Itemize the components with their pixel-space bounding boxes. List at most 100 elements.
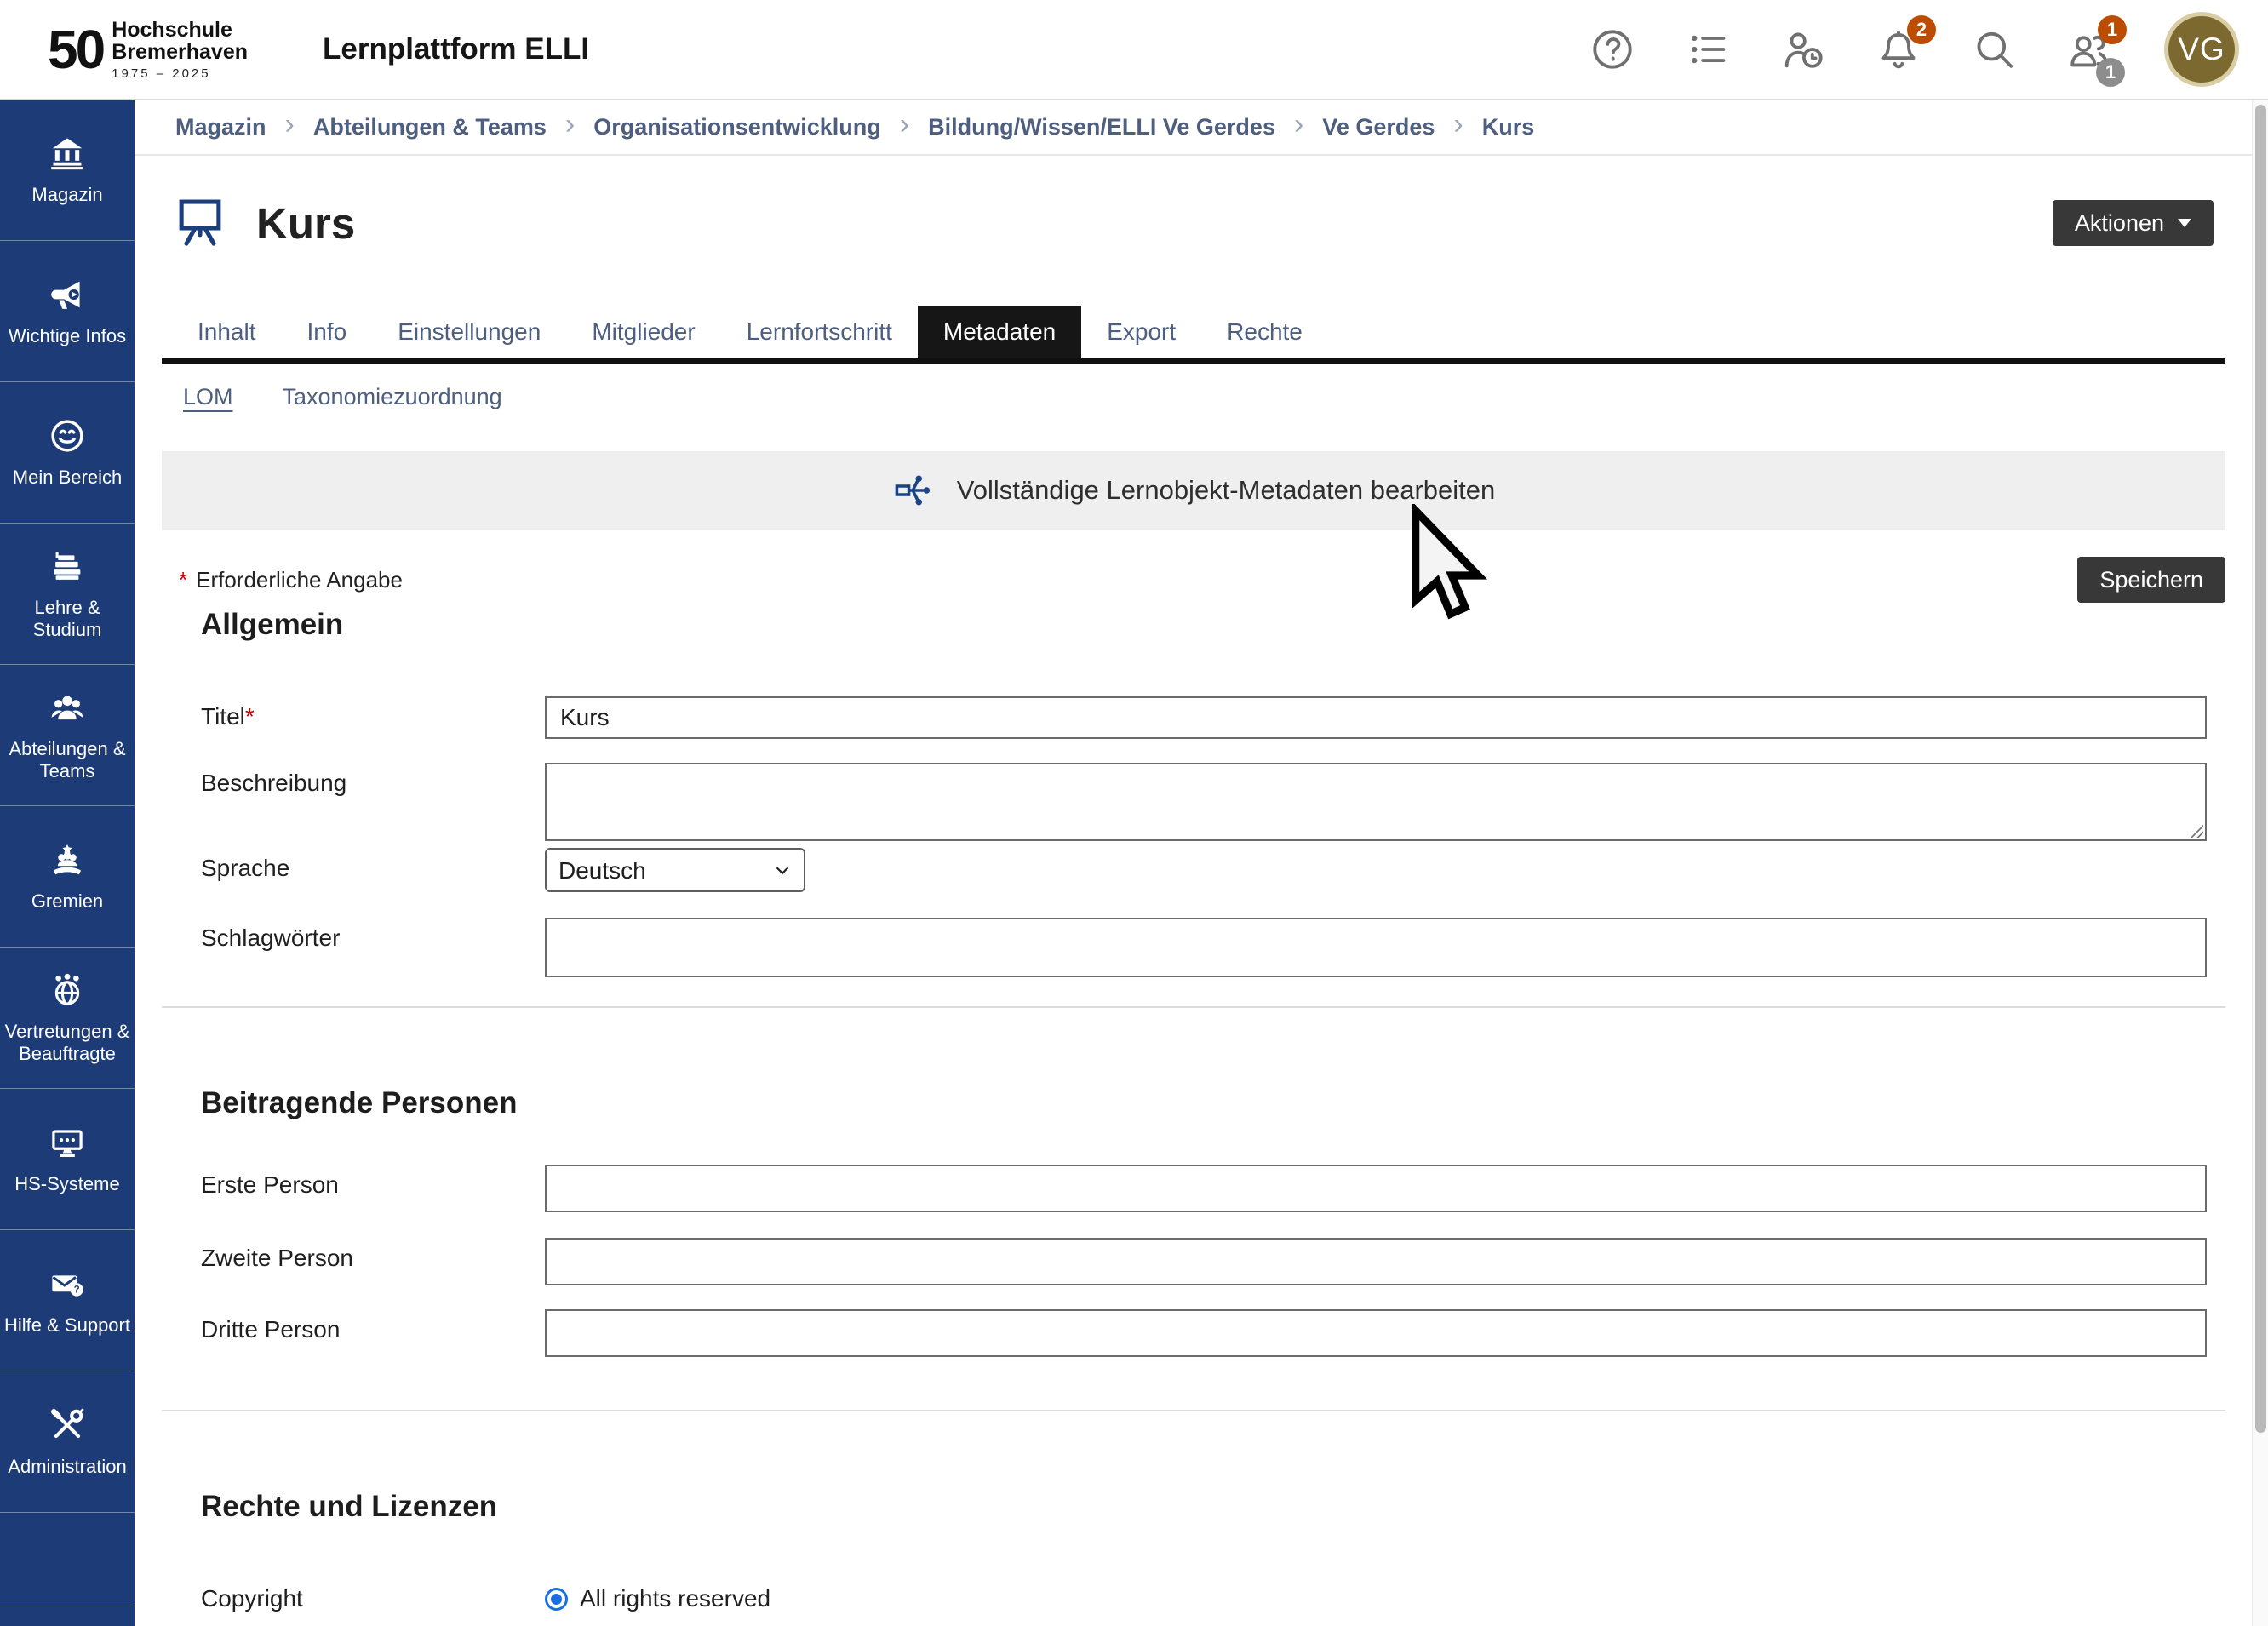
logo-line2: Bremerhaven xyxy=(112,41,248,63)
monitor-icon xyxy=(48,1123,87,1162)
tab-mitglieder[interactable]: Mitglieder xyxy=(566,306,720,358)
sidebar-item-lehre-studium[interactable]: Lehre & Studium xyxy=(0,524,135,665)
titel-label: Titel* xyxy=(201,696,545,730)
section-heading-beitragende: Beitragende Personen xyxy=(201,1086,2225,1120)
sidebar-item-administration[interactable]: Administration xyxy=(0,1371,135,1513)
breadcrumb-item[interactable]: Organisationsentwicklung xyxy=(593,114,881,140)
svg-text:?: ? xyxy=(74,1285,80,1296)
sidebar-filler xyxy=(0,1513,135,1606)
breadcrumb-item[interactable]: Abteilungen & Teams xyxy=(313,114,547,140)
logo-years: 1975 – 2025 xyxy=(112,66,248,81)
university-logo: 50 Hochschule Bremerhaven 1975 – 2025 xyxy=(48,19,248,81)
tab-rechte[interactable]: Rechte xyxy=(1201,306,1328,358)
breadcrumb-separator: › xyxy=(285,110,295,144)
megaphone-icon xyxy=(48,275,87,314)
breadcrumb-separator: › xyxy=(900,110,909,144)
tab-lernfortschritt[interactable]: Lernfortschritt xyxy=(721,306,918,358)
section-heading-allgemein: Allgemein xyxy=(201,608,2225,642)
tab-metadaten[interactable]: Metadaten xyxy=(918,306,1081,358)
scrollbar-thumb[interactable] xyxy=(2255,105,2266,1433)
bank-icon xyxy=(48,134,87,173)
subtab-taxonomiezuordnung[interactable]: Taxonomiezuordnung xyxy=(283,384,502,413)
contacts-button[interactable]: 1 1 xyxy=(2065,26,2113,73)
schlagwoerter-input[interactable] xyxy=(545,918,2207,977)
sidebar-item-label: Administration xyxy=(5,1456,129,1478)
actions-button[interactable]: Aktionen xyxy=(2053,200,2214,246)
zweite-person-label: Zweite Person xyxy=(201,1238,545,1272)
main-area: Magazin › Abteilungen & Teams › Organisa… xyxy=(135,100,2268,1626)
chevron-down-icon xyxy=(2178,219,2191,227)
tab-einstellungen[interactable]: Einstellungen xyxy=(372,306,566,358)
beschreibung-textarea[interactable] xyxy=(545,763,2207,841)
subtab-bar: LOM Taxonomiezuordnung xyxy=(162,364,2225,413)
save-button[interactable]: Speichern xyxy=(2077,557,2225,603)
sidebar-item-magazin[interactable]: Magazin xyxy=(0,100,135,241)
breadcrumb-item-current[interactable]: Kurs xyxy=(1482,114,1535,140)
sidebar-item-label: Wichtige Infos xyxy=(6,325,129,347)
sidebar-item-label: Mein Bereich xyxy=(10,467,124,489)
dritte-person-input[interactable] xyxy=(545,1309,2207,1357)
user-avatar[interactable]: VG xyxy=(2164,12,2239,87)
dritte-person-label: Dritte Person xyxy=(201,1309,545,1343)
sidebar-item-gremien[interactable]: Gremien xyxy=(0,806,135,948)
who-is-online-button[interactable] xyxy=(1779,26,1827,73)
committee-icon xyxy=(48,840,87,879)
section-heading-rechte: Rechte und Lizenzen xyxy=(201,1490,2225,1524)
titel-input[interactable] xyxy=(545,696,2207,739)
breadcrumb: Magazin › Abteilungen & Teams › Organisa… xyxy=(135,100,2268,156)
smiley-icon xyxy=(48,416,87,455)
sprache-select[interactable]: Deutsch xyxy=(545,848,805,892)
app-title: Lernplattform ELLI xyxy=(323,32,589,66)
breadcrumb-item[interactable]: Magazin xyxy=(175,114,266,140)
sidebar-item-wichtige-infos[interactable]: Wichtige Infos xyxy=(0,241,135,382)
sidebar-item-label: Gremien xyxy=(29,890,106,913)
breadcrumb-item[interactable]: Ve Gerdes xyxy=(1322,114,1435,140)
mail-question-icon: ? xyxy=(48,1264,87,1303)
section-divider xyxy=(162,1410,2225,1411)
required-note: *Erforderliche Angabe xyxy=(179,567,403,593)
sidebar-item-label: Vertretungen & Beauftragte xyxy=(0,1021,135,1064)
sidebar-item-hilfe-support[interactable]: ? Hilfe & Support xyxy=(0,1230,135,1371)
top-header: 50 Hochschule Bremerhaven 1975 – 2025 Le… xyxy=(0,0,2268,100)
edit-full-metadata-banner[interactable]: Vollständige Lernobjekt-Metadaten bearbe… xyxy=(162,451,2225,530)
flyout-list-button[interactable] xyxy=(1684,26,1732,73)
logo-50: 50 xyxy=(48,22,103,77)
sprache-label: Sprache xyxy=(201,848,545,882)
tab-inhalt[interactable]: Inhalt xyxy=(172,306,282,358)
copyright-radio-label: All rights reserved xyxy=(580,1585,770,1612)
copyright-label: Copyright xyxy=(201,1585,545,1612)
contacts-badge-count: 1 xyxy=(2096,58,2125,87)
sidebar-item-abteilungen-teams[interactable]: Abteilungen & Teams xyxy=(0,665,135,806)
banner-label: Vollständige Lernobjekt-Metadaten bearbe… xyxy=(957,475,1496,506)
sidebar-item-vertretungen[interactable]: Vertretungen & Beauftragte xyxy=(0,948,135,1089)
header-icon-row: 2 1 1 VG xyxy=(1589,12,2239,87)
help-button[interactable] xyxy=(1589,26,1636,73)
notifications-button[interactable]: 2 xyxy=(1875,26,1922,73)
copyright-radio-selected[interactable] xyxy=(545,1588,568,1611)
tools-icon xyxy=(48,1406,87,1445)
erste-person-input[interactable] xyxy=(545,1165,2207,1212)
tab-info[interactable]: Info xyxy=(282,306,373,358)
tab-export[interactable]: Export xyxy=(1081,306,1201,358)
tab-bar: Inhalt Info Einstellungen Mitglieder Ler… xyxy=(162,306,2225,364)
section-divider xyxy=(162,1006,2225,1008)
breadcrumb-item[interactable]: Bildung/Wissen/ELLI Ve Gerdes xyxy=(928,114,1275,140)
main-sidebar: Magazin Wichtige Infos Mein Bereich xyxy=(0,100,135,1626)
required-asterisk: * xyxy=(179,567,187,593)
search-button[interactable] xyxy=(1970,26,2018,73)
sidebar-item-label: Magazin xyxy=(29,184,105,206)
required-asterisk: * xyxy=(245,703,255,730)
sidebar-item-label: Hilfe & Support xyxy=(2,1314,133,1337)
sidebar-item-mein-bereich[interactable]: Mein Bereich xyxy=(0,382,135,524)
vertical-scrollbar[interactable] xyxy=(2252,100,2268,1626)
actions-button-label: Aktionen xyxy=(2075,210,2164,237)
sidebar-item-hs-systeme[interactable]: HS-Systeme xyxy=(0,1089,135,1230)
subtab-lom[interactable]: LOM xyxy=(183,384,233,413)
flyout-list-icon xyxy=(1685,26,1731,72)
contacts-badge-new: 1 xyxy=(2098,15,2127,44)
zweite-person-input[interactable] xyxy=(545,1238,2207,1285)
help-icon xyxy=(1589,26,1635,72)
sidebar-item-label: Abteilungen & Teams xyxy=(0,738,135,782)
search-icon xyxy=(1971,26,2017,72)
erste-person-label: Erste Person xyxy=(201,1165,545,1199)
